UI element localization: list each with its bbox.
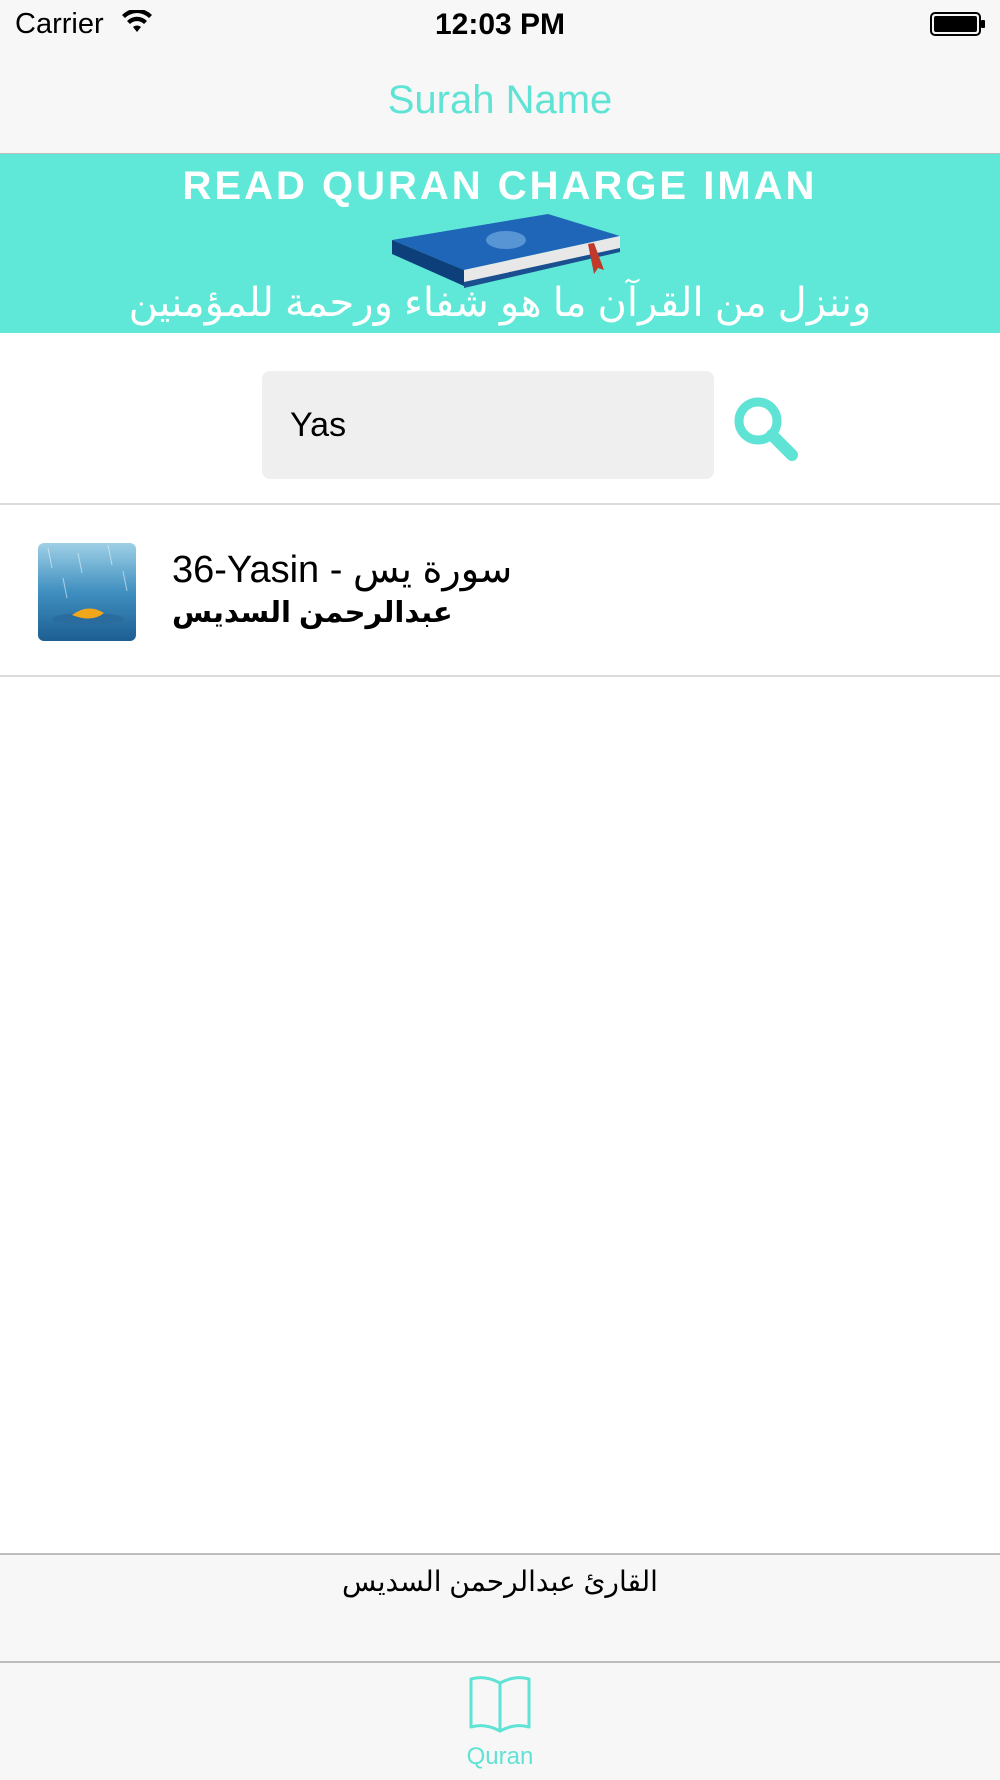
list-item[interactable]: 36-Yasin - سورة يس عبدالرحمن السديس: [0, 505, 1000, 677]
battery-icon: [930, 12, 986, 36]
status-bar: Carrier 12:03 PM: [0, 0, 1000, 50]
player-reciter-label: القارئ عبدالرحمن السديس: [342, 1566, 658, 1597]
reciter-name: عبدالرحمن السديس: [172, 597, 453, 629]
banner-arabic-text: وننزل من القرآن ما هو شفاء ورحمة للمؤمني…: [128, 281, 872, 325]
surah-title: 36-Yasin - سورة يس: [172, 547, 512, 592]
tab-bar: Quran: [0, 1661, 1000, 1780]
tab-quran[interactable]: Quran: [440, 1673, 560, 1773]
navigation-bar: Surah Name: [0, 50, 1000, 154]
book-icon: [469, 1676, 531, 1733]
surah-title-arabic: سورة يس: [352, 549, 513, 591]
tab-quran-label: Quran: [466, 1743, 534, 1770]
search-icon: [734, 397, 798, 461]
surah-title-latin: 36-Yasin -: [172, 549, 353, 591]
banner-title: READ QURAN CHARGE IMAN: [182, 164, 818, 208]
search-input[interactable]: [262, 371, 714, 479]
rain-leaf-thumbnail: [38, 543, 136, 641]
search-button[interactable]: [730, 393, 800, 463]
player-bar[interactable]: القارئ عبدالرحمن السديس: [0, 1553, 1000, 1663]
search-area: [0, 333, 1000, 505]
banner: READ QURAN CHARGE IMAN وننزل من القرآن م…: [0, 154, 1000, 333]
page-title: Surah Name: [387, 78, 613, 122]
clock: 12:03 PM: [434, 8, 566, 41]
